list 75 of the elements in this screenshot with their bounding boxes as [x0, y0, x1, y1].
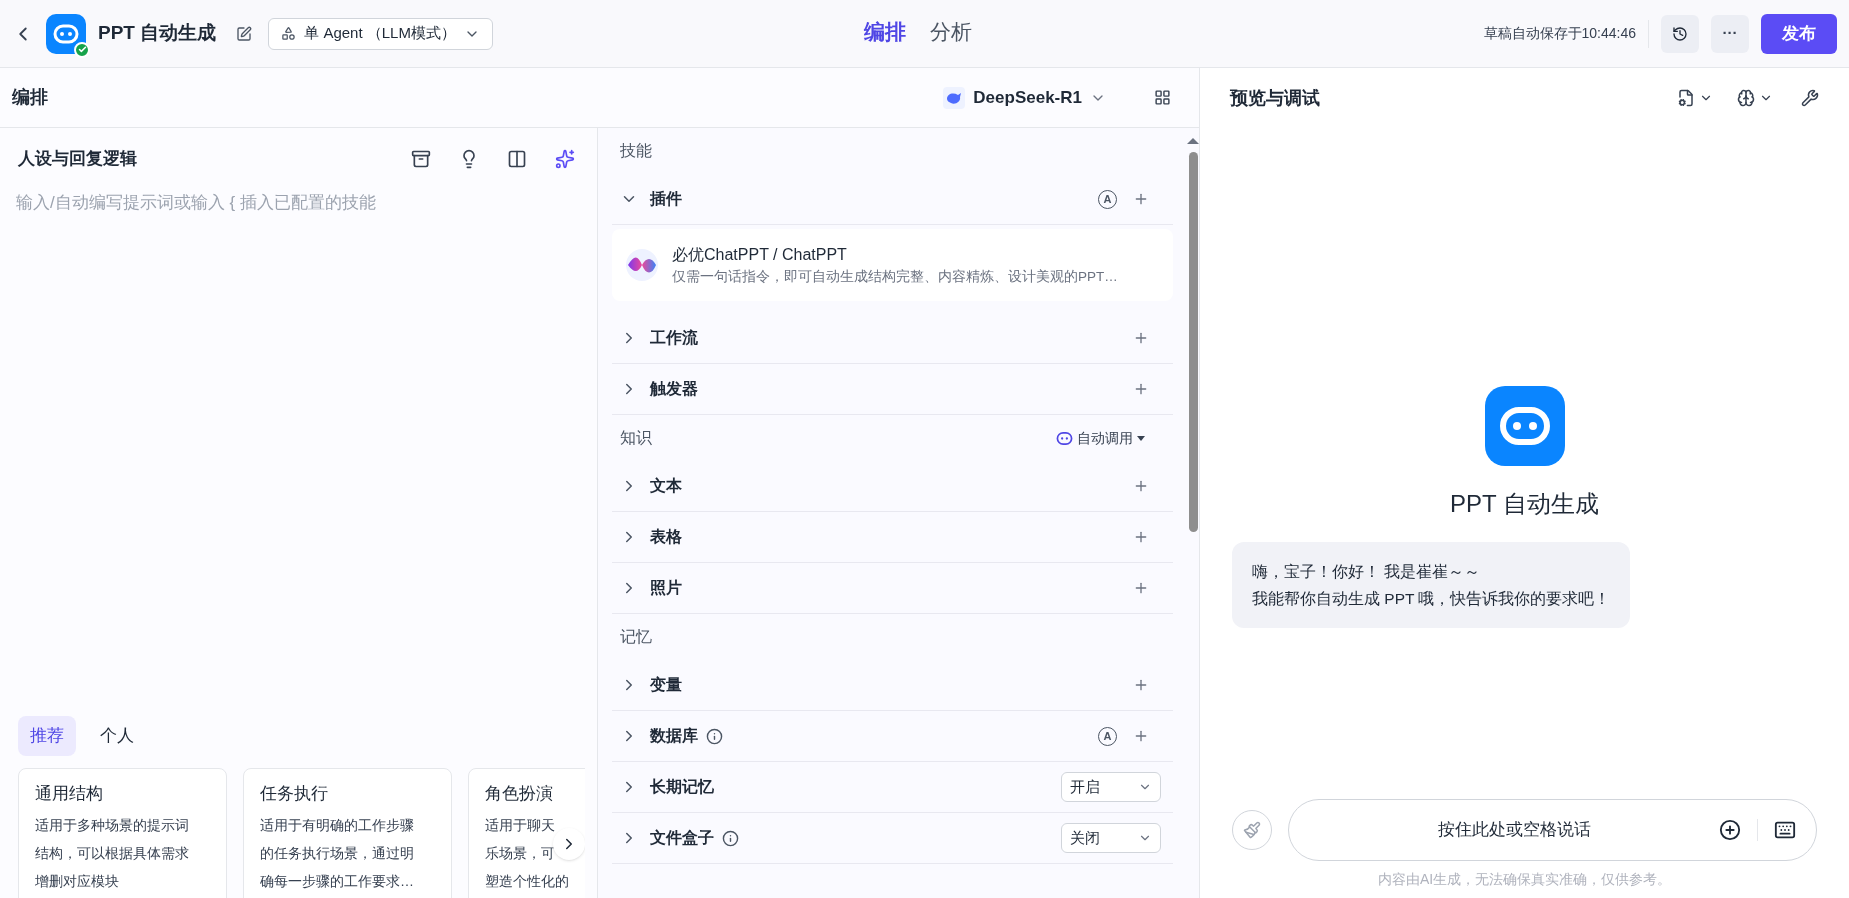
brush-icon [1243, 821, 1261, 839]
info-icon[interactable] [706, 727, 723, 745]
section-item-label: 文件盒子 [650, 828, 714, 848]
section-title: 技能 [620, 141, 652, 161]
bot-name: PPT 自动生成 [1450, 489, 1599, 519]
template-tab[interactable]: 个人 [88, 716, 146, 756]
bot-avatar-icon [1484, 386, 1565, 466]
template-description-line: 乐场景，可 [485, 843, 555, 863]
more-button[interactable]: ··· [1711, 14, 1749, 53]
plugin-card[interactable]: 必优ChatPPT / ChatPPT 仅需一句话指令，即可自动生成结构完整、内容精炼、设计美观的PPT… [612, 229, 1173, 301]
info-icon[interactable] [722, 829, 739, 847]
plugin-name: 必优ChatPPT / ChatPPT [672, 244, 848, 265]
model-select[interactable]: DeepSeek-R1 [943, 84, 1106, 111]
wrench-icon[interactable] [1801, 89, 1819, 107]
agent-avatar-icon [46, 13, 86, 54]
caret-icon [1137, 435, 1145, 441]
keyboard-icon[interactable] [1774, 819, 1796, 841]
section-item-label: 变量 [650, 675, 682, 695]
section-item-label: 照片 [650, 578, 682, 598]
template-card[interactable]: 角色扮演 适用于聊天 乐场景，可 塑造个性化的 [468, 768, 585, 898]
arrange-title: 编排 [12, 86, 48, 109]
template-description-line: 结构，可以根据具体需求 [35, 843, 189, 863]
layout-icon[interactable] [1154, 89, 1171, 106]
section-item-label: 长期记忆 [650, 777, 714, 797]
sparkles-icon[interactable] [555, 149, 575, 169]
memory-select[interactable]: 关闭 [1061, 823, 1161, 853]
section-item-label: 表格 [650, 527, 682, 547]
prompt-title: 人设与回复逻辑 [18, 148, 137, 171]
split-view-icon[interactable] [507, 149, 527, 169]
robot-icon [1056, 429, 1073, 447]
template-tab[interactable]: 推荐 [18, 716, 76, 756]
brain-icon [1737, 89, 1755, 107]
preview-title: 预览与调试 [1230, 86, 1320, 110]
template-description-line: 适用于有明确的工作步骤 [260, 815, 414, 835]
section-item-label: 文本 [650, 476, 682, 496]
history-button[interactable] [1661, 14, 1699, 53]
template-card[interactable]: 通用结构 适用于多种场景的提示词 结构，可以根据具体需求 增删对应模块 [18, 768, 227, 898]
prompt-field[interactable]: 输入/自动编写提示词或输入 { 插入已配置的技能 [16, 190, 581, 708]
template-description-line: 的任务执行场景，通过明 [260, 843, 414, 863]
section-title: 知识 [620, 428, 652, 448]
greeting-bubble: 嗨，宝子！你好！ 我是崔崔～～ 我能帮你自动生成 PPT 哦，快告诉我你的要求吧！ [1232, 542, 1631, 628]
template-title: 通用结构 [35, 783, 104, 805]
section-item-label: 触发器 [650, 379, 698, 399]
agent-title: PPT 自动生成 [98, 21, 217, 46]
brain-dropdown[interactable] [1737, 89, 1773, 107]
archive-icon[interactable] [411, 149, 431, 169]
template-title: 角色扮演 [485, 783, 554, 805]
settings-dropdown[interactable] [1677, 89, 1713, 107]
memory-select[interactable]: 开启 [1061, 772, 1161, 802]
add-icon[interactable] [1719, 819, 1741, 841]
template-description-line: 塑造个性化的 [485, 871, 569, 891]
publish-button[interactable]: 发布 [1761, 13, 1837, 54]
plugin-description: 仅需一句话指令，即可自动生成结构完整、内容精炼、设计美观的PPT… [672, 267, 1118, 286]
shapes-icon [281, 26, 297, 41]
section-title: 记忆 [620, 627, 652, 647]
plugin-logo-icon [624, 247, 660, 283]
file-settings-icon [1677, 89, 1695, 107]
section-item-label: 工作流 [650, 328, 698, 348]
mode-dropdown[interactable]: 自动调用 [1056, 427, 1145, 449]
template-description-line: 增删对应模块 [35, 871, 119, 891]
template-description-line: 确每一步骤的工作要求… [260, 871, 414, 891]
template-description-line: 适用于聊天 [485, 815, 555, 835]
template-card[interactable]: 任务执行 适用于有明确的工作步骤 的任务执行场景，通过明 确每一步骤的工作要求… [243, 768, 452, 898]
history-icon [1672, 25, 1688, 42]
section-item-label: 数据库 [650, 726, 698, 746]
whale-icon [943, 86, 966, 109]
save-status: 草稿自动保存于10:44:46 [1483, 24, 1636, 43]
disclaimer: 内容由AI生成，无法确保真实准确，仅供参考。 [1377, 870, 1672, 889]
template-description-line: 适用于多种场景的提示词 [35, 815, 189, 835]
section-item-label: 插件 [650, 189, 682, 209]
top-tab[interactable]: 分析 [930, 16, 972, 48]
template-title: 任务执行 [260, 783, 329, 805]
edit-icon[interactable] [236, 25, 253, 42]
top-tab[interactable]: 编排 [864, 16, 906, 48]
mode-select[interactable]: 单 Agent （LLM模式） [268, 17, 493, 50]
